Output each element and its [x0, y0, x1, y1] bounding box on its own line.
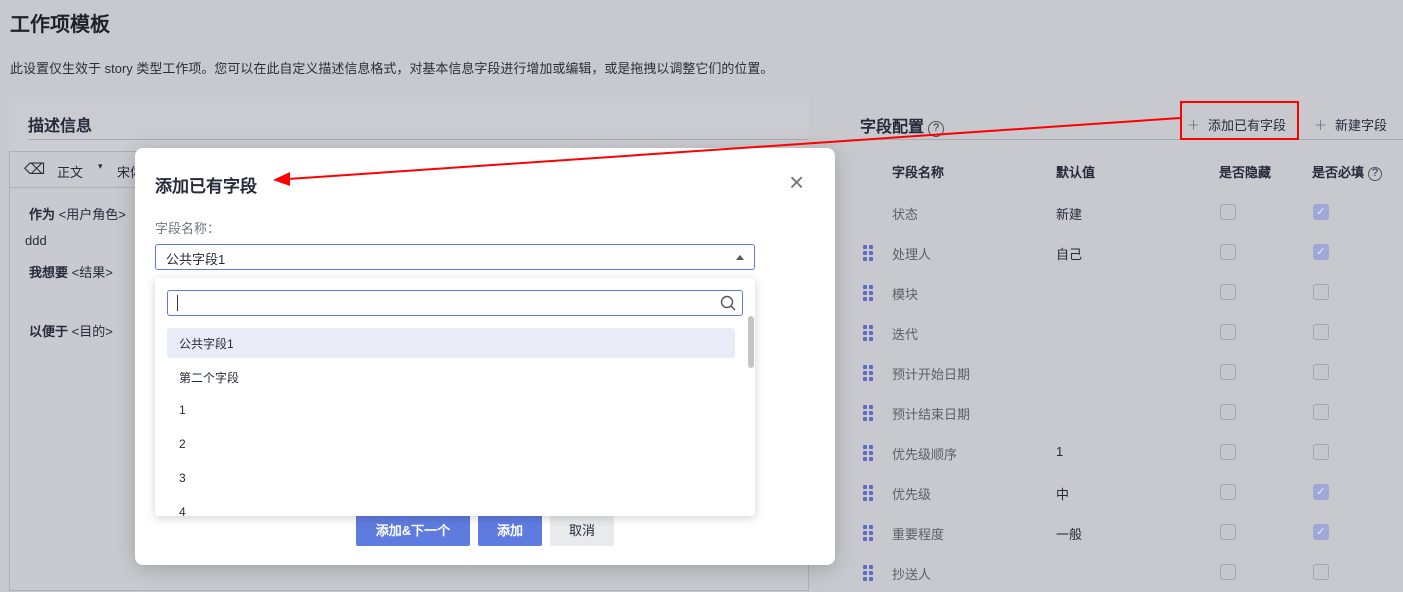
annotation-arrow: [273, 117, 1181, 186]
